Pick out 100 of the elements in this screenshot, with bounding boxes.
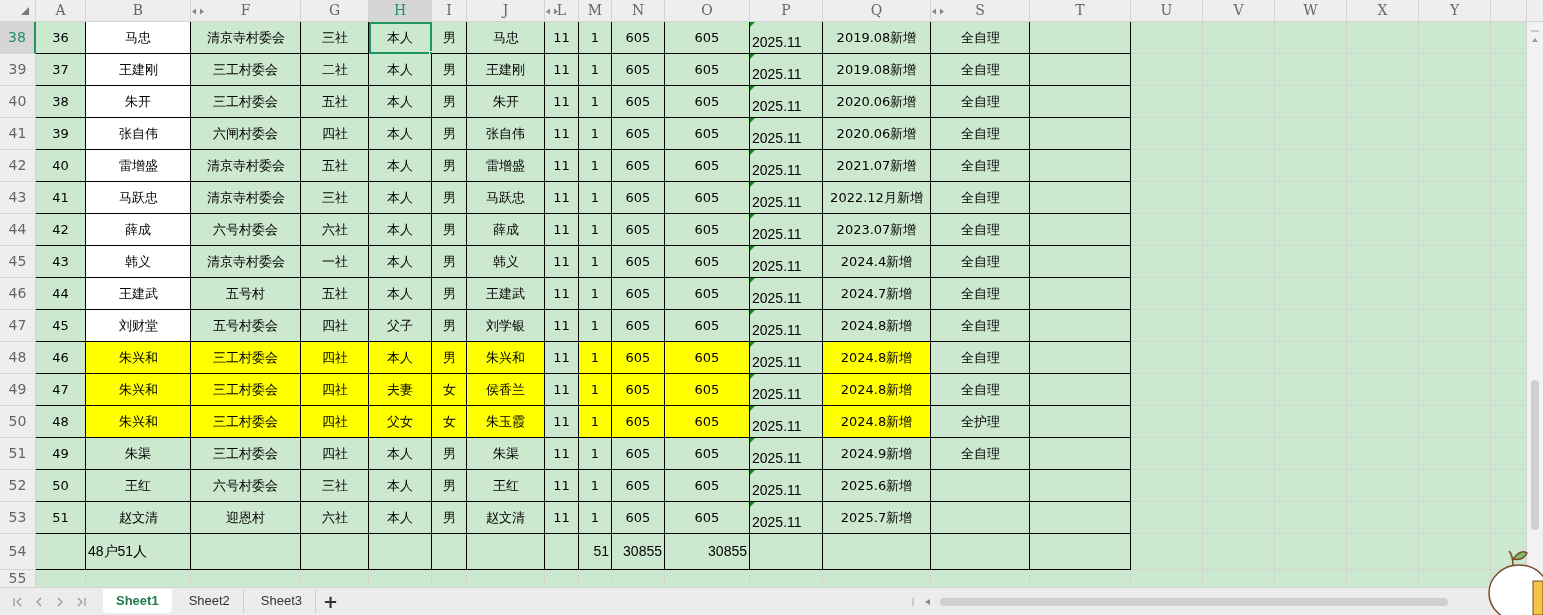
column-header[interactable]: J: [467, 0, 545, 21]
column-header[interactable]: F: [191, 0, 301, 21]
row-header[interactable]: 53: [0, 502, 36, 534]
sheet-tab[interactable]: Sheet1: [103, 589, 172, 613]
table-cell: 605: [665, 374, 750, 406]
column-header[interactable]: V: [1203, 0, 1275, 21]
table-cell: 朱渠: [86, 438, 191, 470]
table-cell: 2022.12月新增: [823, 182, 931, 214]
table-cell: [579, 570, 612, 588]
table-cell: [1131, 310, 1203, 342]
scrollbar-thumb[interactable]: [1531, 380, 1539, 530]
row-header[interactable]: 42: [0, 150, 36, 182]
column-header[interactable]: P: [750, 0, 823, 21]
add-sheet-button[interactable]: +: [320, 593, 342, 611]
scroll-left-icon[interactable]: [912, 597, 932, 607]
table-cell: 1: [579, 278, 612, 310]
hidden-columns-icon[interactable]: [932, 8, 944, 15]
row-header[interactable]: 44: [0, 214, 36, 246]
table-cell: 2020.06新增: [823, 86, 931, 118]
column-header[interactable]: H: [369, 0, 432, 21]
table-cell: 四社: [301, 438, 369, 470]
column-header[interactable]: X: [1347, 0, 1419, 21]
table-cell: 男: [432, 150, 467, 182]
table-cell: [1491, 470, 1527, 502]
table-cell: 2025.11: [750, 374, 823, 406]
row-header[interactable]: 47: [0, 310, 36, 342]
table-cell: 侯香兰: [467, 374, 545, 406]
table-cell: [1131, 570, 1203, 588]
table-cell: 11: [545, 278, 579, 310]
row-header[interactable]: 54: [0, 534, 36, 570]
table-cell: 赵文清: [86, 502, 191, 534]
row-header[interactable]: 49: [0, 374, 36, 406]
table-cell: 本人: [369, 182, 432, 214]
table-cell: 1: [579, 342, 612, 374]
table-cell: [301, 534, 369, 570]
last-sheet-icon[interactable]: [75, 596, 87, 608]
row-header[interactable]: 38: [0, 22, 36, 54]
table-cell: 清京寺村委会: [191, 150, 301, 182]
table-cell: 1: [579, 502, 612, 534]
table-cell: 2025.11: [750, 118, 823, 150]
column-header[interactable]: Q: [823, 0, 931, 21]
column-header[interactable]: A: [36, 0, 86, 21]
table-cell: 2025.11: [750, 182, 823, 214]
column-header[interactable]: W: [1275, 0, 1347, 21]
row-header[interactable]: 55: [0, 570, 36, 588]
column-header[interactable]: S: [931, 0, 1030, 21]
column-header[interactable]: N: [612, 0, 665, 21]
row-header[interactable]: 51: [0, 438, 36, 470]
row-header[interactable]: 48: [0, 342, 36, 374]
table-cell: 王建武: [86, 278, 191, 310]
table-cell: [301, 570, 369, 588]
row-header[interactable]: 39: [0, 54, 36, 86]
table-cell: 605: [665, 118, 750, 150]
table-cell: 50: [36, 470, 86, 502]
table-cell: 2019.08新增: [823, 22, 931, 54]
table-cell: 韩义: [86, 246, 191, 278]
table-cell: 39: [36, 118, 86, 150]
table-cell: 四社: [301, 406, 369, 438]
table-cell: 11: [545, 438, 579, 470]
sheet-tab[interactable]: Sheet2: [175, 589, 244, 613]
first-sheet-icon[interactable]: [12, 596, 24, 608]
table-cell: 11: [545, 22, 579, 54]
sheet-tab[interactable]: Sheet3: [247, 589, 317, 613]
row-header[interactable]: 40: [0, 86, 36, 118]
column-header[interactable]: I: [432, 0, 467, 21]
table-cell: [1491, 310, 1527, 342]
row-header[interactable]: 46: [0, 278, 36, 310]
table-cell: 王建武: [467, 278, 545, 310]
table-cell: 605: [612, 438, 665, 470]
table-cell: [1347, 570, 1419, 588]
hidden-columns-icon[interactable]: [192, 8, 204, 15]
row-header[interactable]: 45: [0, 246, 36, 278]
table-cell: 49: [36, 438, 86, 470]
row-header[interactable]: 41: [0, 118, 36, 150]
table-cell: 张自伟: [86, 118, 191, 150]
horizontal-scrollbar-thumb[interactable]: [940, 598, 1448, 606]
table-cell: 2019.08新增: [823, 54, 931, 86]
column-header[interactable]: O: [665, 0, 750, 21]
column-header[interactable]: B: [86, 0, 191, 21]
row-header[interactable]: 52: [0, 470, 36, 502]
column-header[interactable]: Y: [1419, 0, 1491, 21]
row-header[interactable]: 50: [0, 406, 36, 438]
table-cell: 男: [432, 214, 467, 246]
column-header[interactable]: U: [1131, 0, 1203, 21]
table-cell: 男: [432, 86, 467, 118]
corner-triangle-icon: [21, 7, 29, 15]
column-header[interactable]: M: [579, 0, 612, 21]
table-cell: [1491, 182, 1527, 214]
table-cell: 605: [665, 22, 750, 54]
table-cell: 男: [432, 310, 467, 342]
column-header[interactable]: L: [545, 0, 579, 21]
hidden-columns-icon[interactable]: [546, 8, 558, 15]
table-cell: 王建刚: [86, 54, 191, 86]
table-cell: [1131, 150, 1203, 182]
table-cell: 一社: [301, 246, 369, 278]
table-cell: 1: [579, 54, 612, 86]
column-header[interactable]: T: [1030, 0, 1131, 21]
table-cell: 48户51人: [86, 534, 191, 570]
scroll-up-icon[interactable]: [1530, 30, 1540, 44]
row-header[interactable]: 43: [0, 182, 36, 214]
